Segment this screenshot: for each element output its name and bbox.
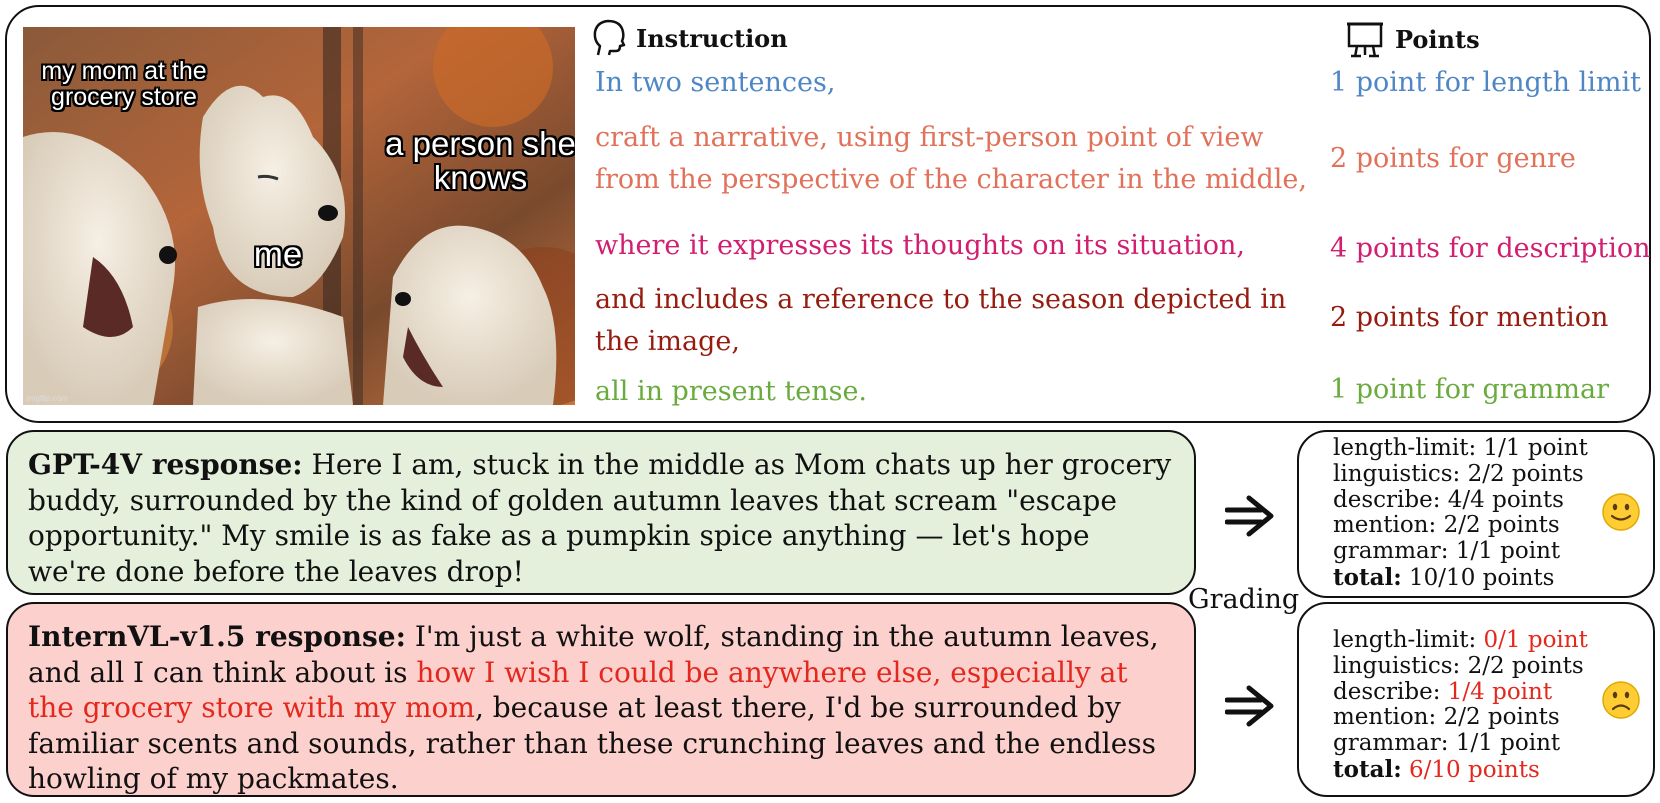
score-key: describe: <box>1333 678 1448 705</box>
score-row: grammar: 1/1 point <box>1333 730 1653 757</box>
score-key: linguistics: <box>1333 652 1468 679</box>
total-label: total: <box>1333 563 1402 591</box>
score-row: length-limit: 0/1 point <box>1333 627 1653 654</box>
points-title: Points <box>1395 24 1480 54</box>
score-value: 2/2 points <box>1467 460 1584 487</box>
score-row: linguistics: 2/2 points <box>1333 460 1653 488</box>
score-key: grammar: <box>1333 730 1456 757</box>
score-value: 2/2 points <box>1443 512 1560 539</box>
score-value: 2/2 points <box>1467 652 1584 679</box>
score-key: describe: <box>1333 486 1448 513</box>
instruction-line: where it expresses its thoughts on its s… <box>595 230 1245 261</box>
score-key: mention: <box>1333 512 1444 539</box>
caption-person: a person she knows <box>385 125 575 196</box>
meme-image: my mom at the grocery store me a person … <box>23 27 575 405</box>
points-item: 2 points for mention <box>1330 302 1609 333</box>
score-key: mention: <box>1333 704 1444 731</box>
instruction-line: and includes a reference to the season d… <box>595 284 1287 315</box>
instruction-line: the image, <box>595 326 740 357</box>
arrow-right-icon <box>1225 685 1274 727</box>
score-value: 1/1 point <box>1483 435 1588 461</box>
watermark: imgflip.com <box>27 394 68 403</box>
score-key: grammar: <box>1333 538 1456 565</box>
presentation-board-icon <box>1347 22 1383 58</box>
score-total: total: 10/10 points <box>1333 565 1653 592</box>
response-label: GPT-4V response: <box>28 448 303 481</box>
internvl-response-box: InternVL-v1.5 response: I'm just a white… <box>6 602 1196 797</box>
instruction-line: from the perspective of the character in… <box>595 164 1307 195</box>
instruction-panel: my mom at the grocery store me a person … <box>5 5 1651 423</box>
internvl-score-box: length-limit: 0/1 point linguistics: 2/2… <box>1297 602 1655 797</box>
points-item: 2 points for genre <box>1330 143 1576 174</box>
total-value: 10/10 points <box>1401 564 1555 591</box>
score-value: 1/1 point <box>1455 730 1561 757</box>
instruction-line: In two sentences, <box>595 67 836 98</box>
points-item: 1 point for length limit <box>1330 67 1641 98</box>
score-key: linguistics: <box>1333 460 1468 487</box>
response-label: InternVL-v1.5 response: <box>28 620 406 653</box>
score-value: 1/4 point <box>1447 678 1553 705</box>
slightly-smiling-face-icon <box>1602 493 1640 531</box>
total-value: 6/10 points <box>1401 756 1540 783</box>
grading-label: Grading <box>1188 584 1300 615</box>
score-key: length-limit: <box>1333 627 1484 653</box>
arrow-right-icon <box>1225 495 1274 537</box>
score-value: 1/1 point <box>1455 538 1561 565</box>
gpt4v-response-box: GPT-4V response: Here I am, stuck in the… <box>6 430 1196 595</box>
instruction-title: Instruction <box>636 23 788 53</box>
instruction-header: Instruction <box>592 19 788 57</box>
score-value: 2/2 points <box>1443 704 1560 731</box>
score-value: 4/4 points <box>1447 486 1564 513</box>
frowning-face-icon <box>1602 681 1640 719</box>
score-total: total: 6/10 points <box>1333 757 1653 784</box>
score-key: length-limit: <box>1333 435 1484 461</box>
speaking-head-icon <box>593 19 626 56</box>
score-row: grammar: 1/1 point <box>1333 538 1653 565</box>
gpt4v-score-box: length-limit: 1/1 point linguistics: 2/2… <box>1297 430 1655 598</box>
instruction-line: all in present tense. <box>595 376 868 407</box>
score-row: length-limit: 1/1 point <box>1333 435 1653 462</box>
score-value: 0/1 point <box>1483 627 1588 653</box>
instruction-line: craft a narrative, using first-person po… <box>595 122 1264 153</box>
caption-me: me <box>253 235 303 274</box>
points-item: 1 point for grammar <box>1330 374 1609 405</box>
points-header: Points <box>1345 19 1480 59</box>
caption-mom: my mom at the grocery store <box>41 57 207 111</box>
points-item: 4 points for description <box>1330 233 1651 264</box>
score-row: linguistics: 2/2 points <box>1333 652 1653 680</box>
total-label: total: <box>1333 755 1402 783</box>
